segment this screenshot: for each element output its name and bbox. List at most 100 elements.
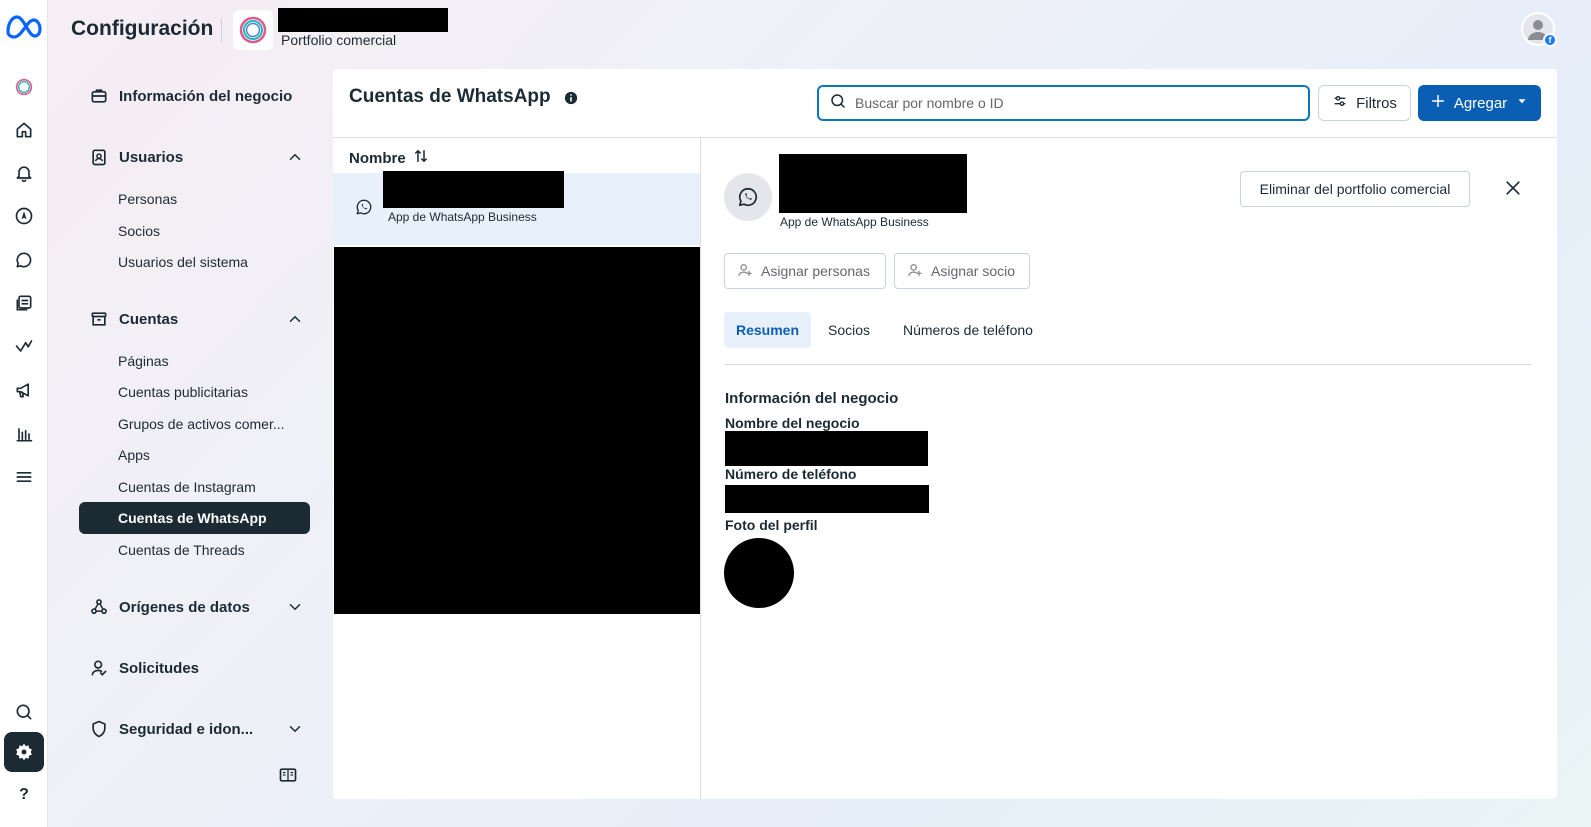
nav-section-accounts[interactable]: Cuentas: [79, 300, 311, 338]
id-badge-icon: [79, 147, 119, 167]
header-divider: [221, 18, 222, 42]
sidebar-item-partners[interactable]: Socios: [79, 215, 310, 247]
sort-icon[interactable]: [412, 147, 430, 169]
column-header-label: Nombre: [349, 149, 406, 167]
ads-megaphone-icon[interactable]: [4, 370, 44, 410]
shield-icon: [79, 719, 119, 739]
info-icon[interactable]: [564, 91, 578, 110]
collapse-sidebar-icon[interactable]: [278, 765, 298, 790]
tab-summary[interactable]: Resumen: [724, 312, 812, 348]
sidebar-item-label: Páginas: [118, 353, 169, 369]
sidebar-item-system-users[interactable]: Usuarios del sistema: [79, 246, 310, 278]
nav-section-label: Información del negocio: [119, 87, 293, 105]
sliders-icon: [1332, 93, 1348, 113]
nav-section-requests[interactable]: Solicitudes: [79, 649, 311, 687]
menu-icon[interactable]: [4, 457, 44, 497]
user-avatar[interactable]: f: [1521, 12, 1557, 47]
assign-partner-button[interactable]: Asignar socio: [894, 253, 1030, 289]
chevron-down-icon[interactable]: [279, 598, 311, 616]
sidebar-item-label: Apps: [118, 447, 150, 463]
sidebar-item-whatsapp-accounts[interactable]: Cuentas de WhatsApp: [79, 502, 310, 534]
main-panel: Cuentas de WhatsApp Filtros Agregar Nomb…: [333, 69, 1557, 799]
sidebar-item-label: Cuentas de WhatsApp: [118, 510, 267, 526]
account-name-redacted: [383, 171, 564, 208]
detail-subtitle: App de WhatsApp Business: [780, 215, 929, 229]
nav-section-security[interactable]: Seguridad e idon...: [79, 710, 311, 748]
content-pages-icon[interactable]: [4, 283, 44, 323]
activity-icon[interactable]: [4, 326, 44, 366]
meta-logo-icon[interactable]: [4, 12, 44, 42]
profile-photo-label: Foto del perfil: [725, 517, 818, 533]
nav-section-users[interactable]: Usuarios: [79, 138, 311, 176]
detail-account-name-redacted: [779, 154, 967, 213]
business-name-label: Nombre del negocio: [725, 415, 860, 431]
assign-people-label: Asignar personas: [761, 263, 870, 279]
home-icon[interactable]: [4, 110, 44, 150]
whatsapp-icon: [724, 173, 772, 221]
search-icon[interactable]: [4, 692, 44, 732]
navigation-compass-icon[interactable]: [4, 196, 44, 236]
chevron-down-icon[interactable]: [279, 720, 311, 738]
settings-gear-icon[interactable]: [4, 732, 44, 772]
whatsapp-icon: [355, 198, 373, 221]
insights-bars-icon[interactable]: [4, 414, 44, 454]
sidebar-item-instagram-accounts[interactable]: Cuentas de Instagram: [79, 471, 310, 503]
add-label: Agregar: [1453, 94, 1508, 112]
search-icon: [829, 92, 847, 115]
portfolio-name-redacted[interactable]: [278, 8, 448, 32]
close-icon[interactable]: [1503, 178, 1523, 203]
section-heading: Información del negocio: [725, 390, 899, 407]
sidebar-item-business-asset-groups[interactable]: Grupos de activos comer...: [79, 408, 310, 440]
sidebar-item-apps[interactable]: Apps: [79, 439, 310, 471]
business-name-redacted: [725, 431, 928, 466]
help-icon[interactable]: ?: [4, 775, 44, 815]
sidebar-item-ad-accounts[interactable]: Cuentas publicitarias: [79, 376, 310, 408]
remove-from-portfolio-button[interactable]: Eliminar del portfolio comercial: [1240, 171, 1470, 207]
sidebar-item-label: Cuentas de Threads: [118, 542, 245, 558]
sidebar-item-people[interactable]: Personas: [79, 183, 310, 215]
tabs-divider: [724, 364, 1532, 365]
sidebar-item-label: Socios: [118, 223, 161, 239]
nav-section-label: Cuentas: [119, 310, 179, 328]
sidebar-item-pages[interactable]: Páginas: [79, 345, 310, 377]
person-check-icon: [79, 658, 119, 678]
chevron-up-icon[interactable]: [279, 148, 311, 166]
notifications-bell-icon[interactable]: [4, 153, 44, 193]
tab-partners[interactable]: Socios: [816, 312, 882, 348]
caret-down-icon: [1515, 94, 1529, 112]
sidebar-item-label: Usuarios del sistema: [118, 254, 248, 270]
list-item-subtitle: App de WhatsApp Business: [388, 210, 537, 224]
search-input[interactable]: [855, 95, 1285, 111]
chevron-up-icon[interactable]: [279, 310, 311, 328]
filters-button[interactable]: Filtros: [1318, 85, 1411, 121]
add-button[interactable]: Agregar: [1418, 85, 1541, 121]
page-title: Configuración: [71, 17, 214, 40]
nav-section-label: Seguridad e idon...: [119, 720, 254, 738]
phone-number-redacted: [725, 485, 929, 513]
data-sources-icon: [79, 597, 119, 617]
sidebar-item-label: Grupos de activos comer...: [118, 416, 285, 432]
nav-section-label: Usuarios: [119, 148, 184, 166]
nav-section-label: Solicitudes: [119, 659, 200, 677]
assign-partner-label: Asignar socio: [931, 263, 1016, 279]
messages-icon[interactable]: [4, 240, 44, 280]
tab-phone-numbers[interactable]: Números de teléfono: [891, 312, 1045, 348]
facebook-badge-icon: f: [1543, 33, 1557, 47]
nav-section-label: Orígenes de datos: [119, 598, 250, 616]
column-header-name[interactable]: Nombre: [349, 147, 430, 169]
archive-box-icon: [79, 309, 119, 329]
portfolio-avatar-icon[interactable]: [4, 67, 44, 107]
plus-icon: [1430, 93, 1446, 113]
global-nav-rail: ?: [0, 0, 48, 827]
panel-title: Cuentas de WhatsApp: [349, 86, 551, 107]
sidebar-item-threads-accounts[interactable]: Cuentas de Threads: [79, 534, 310, 566]
nav-section-data-sources[interactable]: Orígenes de datos: [79, 588, 311, 626]
portfolio-subtitle: Portfolio comercial: [281, 32, 397, 48]
search-field[interactable]: [817, 85, 1310, 121]
header-divider: [333, 137, 1557, 138]
nav-section-business-info[interactable]: Información del negocio: [79, 77, 311, 115]
phone-number-label: Número de teléfono: [725, 466, 857, 482]
portfolio-logo[interactable]: [233, 10, 273, 50]
assign-people-button[interactable]: Asignar personas: [724, 253, 886, 289]
add-person-icon: [737, 262, 753, 281]
